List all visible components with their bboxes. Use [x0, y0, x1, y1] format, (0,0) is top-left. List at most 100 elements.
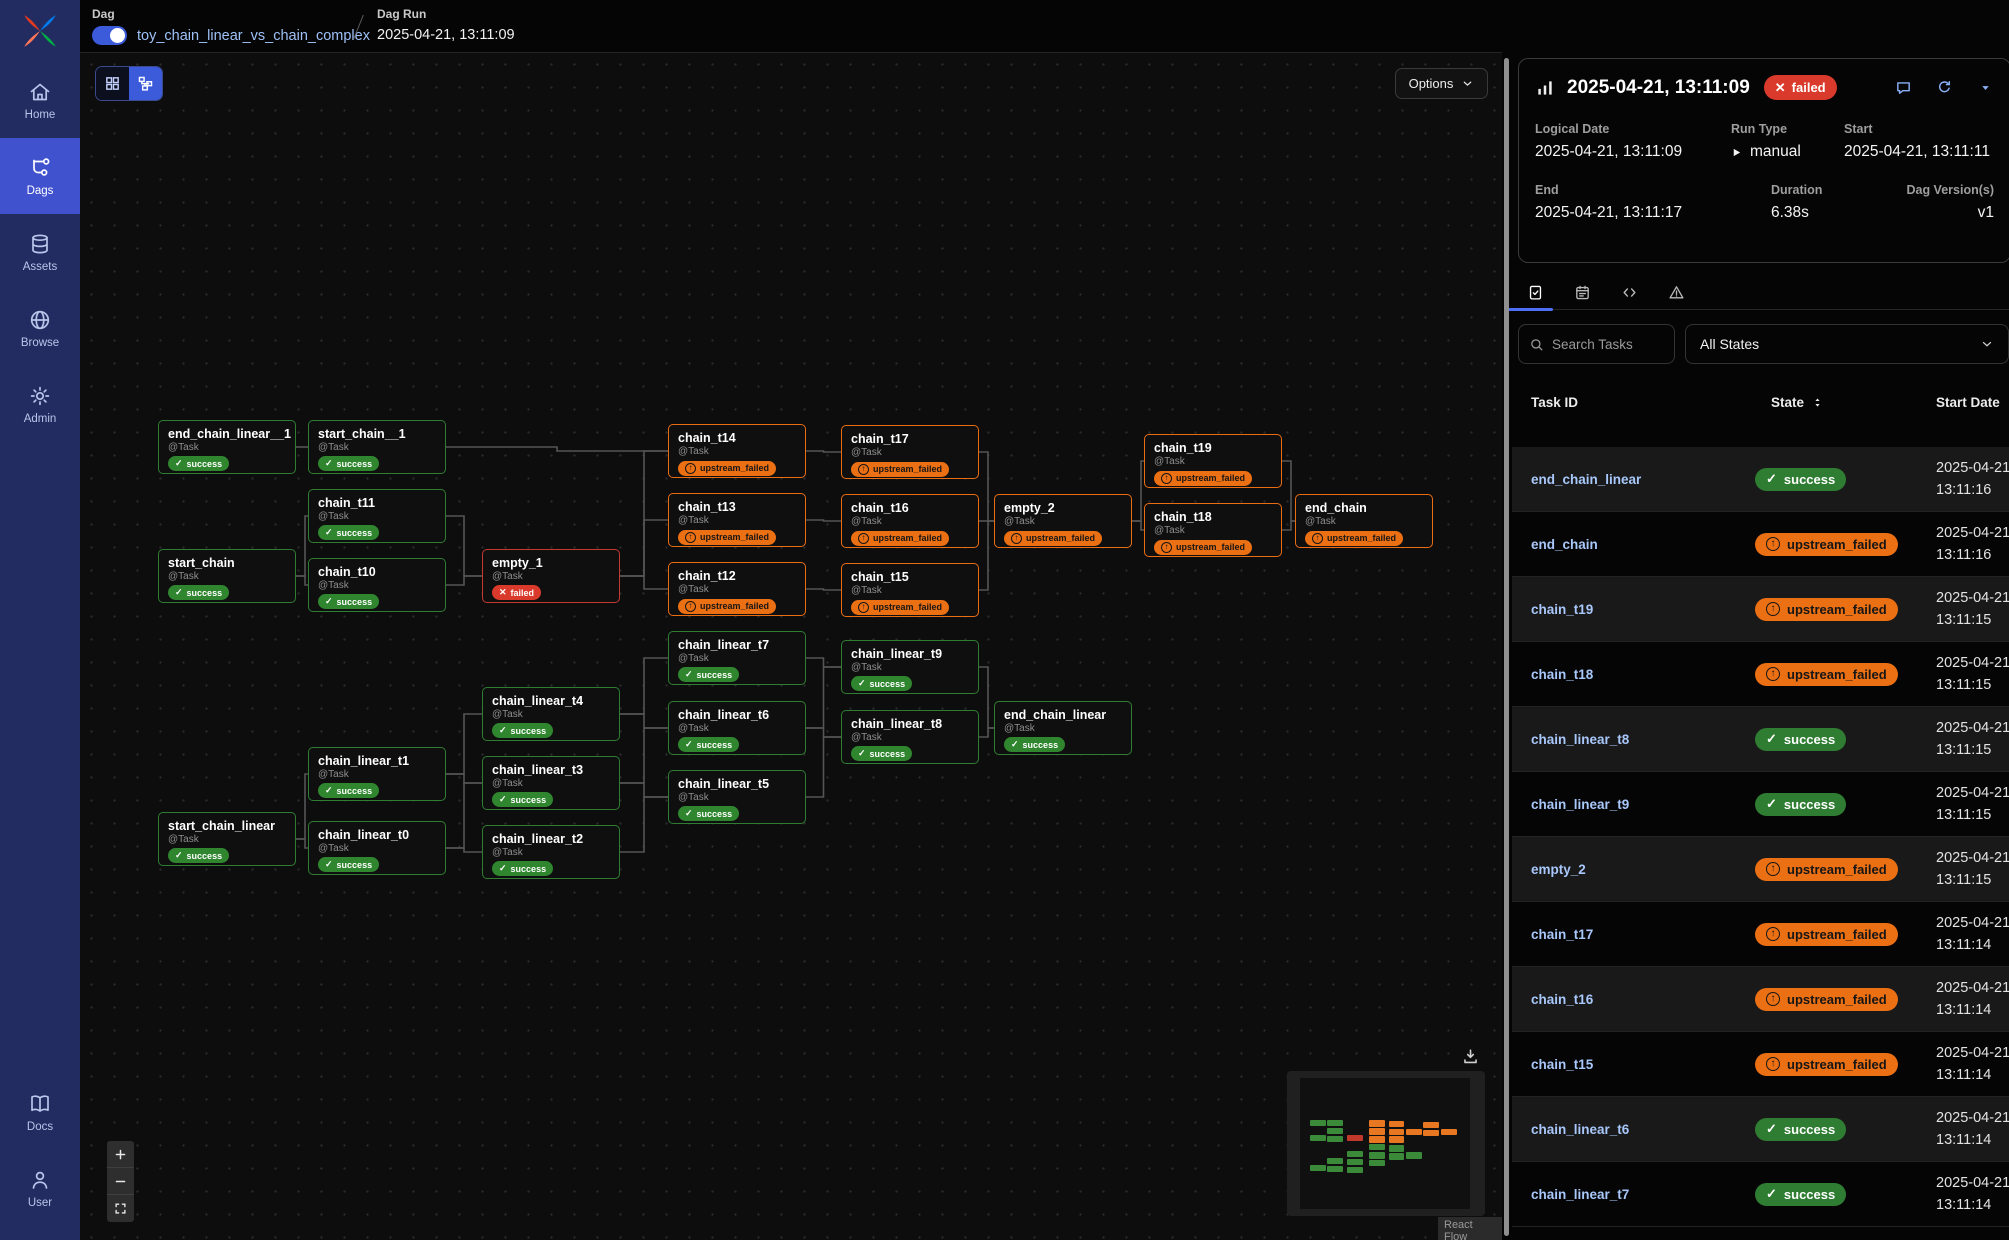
- node-state-badge: ✓success: [168, 848, 229, 863]
- graph-options-button[interactable]: Options: [1395, 68, 1488, 99]
- fit-view-button[interactable]: [107, 1195, 134, 1222]
- graph-edge-empty_2-to-chain_t18: [1132, 521, 1144, 530]
- check-icon: ✓: [685, 739, 693, 750]
- graph-node-chain_t14[interactable]: chain_t14@Task↑upstream_failed: [668, 424, 806, 478]
- task-id-link[interactable]: end_chain: [1531, 537, 1598, 552]
- graph-node-chain_linear_t6[interactable]: chain_linear_t6@Task✓success: [668, 701, 806, 755]
- tab-task-instances[interactable]: [1512, 276, 1559, 309]
- panel-scrollbar[interactable]: [1504, 58, 1509, 1236]
- field-label: Dag Version(s): [1901, 183, 1994, 197]
- fullscreen-icon: [113, 1201, 128, 1216]
- dag-pause-toggle[interactable]: [92, 26, 127, 45]
- task-id-link[interactable]: chain_linear_t8: [1531, 732, 1629, 747]
- sidebar-item-dags[interactable]: Dags: [0, 138, 80, 214]
- search-tasks-field[interactable]: [1518, 324, 1675, 364]
- check-icon: ✓: [1766, 1186, 1777, 1202]
- node-operator: @Task: [851, 662, 969, 673]
- node-title: chain_linear_t0: [318, 828, 436, 842]
- graph-minimap[interactable]: [1287, 1071, 1485, 1216]
- sidebar-item-browse[interactable]: Browse: [0, 290, 80, 366]
- field-label: Logical Date: [1535, 122, 1731, 136]
- graph-node-chain_t17[interactable]: chain_t17@Task↑upstream_failed: [841, 425, 979, 479]
- graph-node-start_chain[interactable]: start_chain@Task✓success: [158, 549, 296, 603]
- task-state-badge: ✓success: [1755, 1183, 1846, 1206]
- state-filter-select[interactable]: All States: [1685, 324, 2009, 364]
- graph-node-chain_linear_t4[interactable]: chain_linear_t4@Task✓success: [482, 687, 620, 741]
- download-image-icon[interactable]: [1461, 1047, 1480, 1066]
- node-state-badge: ✓success: [168, 585, 229, 600]
- zoom-out-button[interactable]: [107, 1168, 134, 1195]
- graph-node-chain_t16[interactable]: chain_t16@Task↑upstream_failed: [841, 494, 979, 548]
- sidebar-item-admin[interactable]: Admin: [0, 366, 80, 442]
- sidebar-item-home[interactable]: Home: [0, 62, 80, 138]
- graph-node-chain_linear_t7[interactable]: chain_linear_t7@Task✓success: [668, 631, 806, 685]
- browse-icon: [28, 308, 52, 332]
- graph-node-end_chain_linear[interactable]: end_chain_linear@Task✓success: [994, 701, 1132, 755]
- dag-name-link[interactable]: toy_chain_linear_vs_chain_complex: [137, 28, 370, 44]
- column-state-sort[interactable]: State: [1771, 395, 1824, 410]
- node-title: chain_linear_t3: [492, 763, 610, 777]
- graph-node-start_chain_linear[interactable]: start_chain_linear@Task✓success: [158, 812, 296, 866]
- sidebar-item-assets[interactable]: Assets: [0, 214, 80, 290]
- task-id-link[interactable]: chain_t19: [1531, 602, 1593, 617]
- graph-node-chain_linear_t1[interactable]: chain_linear_t1@Task✓success: [308, 747, 446, 801]
- graph-edge-chain_linear_t9-to-end_chain_linear: [979, 667, 994, 728]
- check-icon: ✓: [325, 859, 333, 870]
- graph-node-start_chain__1[interactable]: start_chain__1@Task✓success: [308, 420, 446, 474]
- node-operator: @Task: [318, 442, 436, 453]
- caret-down-icon[interactable]: [1977, 79, 1994, 96]
- task-id-link[interactable]: chain_t15: [1531, 1057, 1593, 1072]
- docs-icon: [28, 1092, 52, 1116]
- sidebar-item-user[interactable]: User: [0, 1150, 80, 1226]
- task-row-end_chain_linear: end_chain_linear✓success2025-04-21,13:11…: [1512, 447, 2009, 512]
- task-id-link[interactable]: chain_linear_t6: [1531, 1122, 1629, 1137]
- task-id-link[interactable]: end_chain_linear: [1531, 472, 1641, 487]
- graph-view-button[interactable]: [129, 67, 162, 100]
- graph-node-chain_t15[interactable]: chain_t15@Task↑upstream_failed: [841, 563, 979, 617]
- graph-node-empty_1[interactable]: empty_1@Task✕failed: [482, 549, 620, 603]
- graph-node-chain_linear_t5[interactable]: chain_linear_t5@Task✓success: [668, 770, 806, 824]
- airflow-logo[interactable]: [0, 0, 80, 62]
- node-operator: @Task: [1154, 525, 1272, 536]
- note-icon[interactable]: [1895, 79, 1912, 96]
- task-id-link[interactable]: chain_t16: [1531, 992, 1593, 1007]
- graph-node-chain_t10[interactable]: chain_t10@Task✓success: [308, 558, 446, 612]
- tab-backfills[interactable]: [1559, 276, 1606, 309]
- task-id-link[interactable]: chain_linear_t9: [1531, 797, 1629, 812]
- zoom-in-button[interactable]: [107, 1141, 134, 1168]
- search-tasks-input[interactable]: [1552, 337, 1652, 352]
- grid-view-button[interactable]: [96, 67, 129, 100]
- sidebar-item-docs[interactable]: Docs: [0, 1074, 80, 1150]
- graph-node-chain_t12[interactable]: chain_t12@Task↑upstream_failed: [668, 562, 806, 616]
- graph-node-end_chain_linear__1[interactable]: end_chain_linear__1@Task✓success: [158, 420, 296, 474]
- node-state-badge: ↑upstream_failed: [1154, 540, 1252, 555]
- check-icon: ✓: [858, 678, 866, 689]
- task-start-date: 2025-04-21,13:11:15: [1936, 717, 2009, 762]
- task-id-link[interactable]: chain_t17: [1531, 927, 1593, 942]
- graph-node-chain_linear_t8[interactable]: chain_linear_t8@Task✓success: [841, 710, 979, 764]
- graph-edge-chain_t18-to-end_chain: [1282, 521, 1295, 530]
- tab-code[interactable]: [1606, 276, 1653, 309]
- home-icon: [28, 80, 52, 104]
- graph-node-chain_linear_t2[interactable]: chain_linear_t2@Task✓success: [482, 825, 620, 879]
- airflow-pinwheel-icon: [19, 10, 61, 52]
- graph-node-chain_linear_t0[interactable]: chain_linear_t0@Task✓success: [308, 821, 446, 875]
- task-id-link[interactable]: chain_linear_t7: [1531, 1187, 1629, 1202]
- graph-node-chain_t19[interactable]: chain_t19@Task↑upstream_failed: [1144, 434, 1282, 488]
- dag-graph-canvas[interactable]: Options end_chain_linear__1@Task✓success…: [80, 52, 1502, 1240]
- graph-node-chain_t11[interactable]: chain_t11@Task✓success: [308, 489, 446, 543]
- graph-node-end_chain[interactable]: end_chain@Task↑upstream_failed: [1295, 494, 1433, 548]
- task-row-chain_linear_t6: chain_linear_t6✓success2025-04-21,13:11:…: [1512, 1097, 2009, 1162]
- retry-icon[interactable]: [1936, 79, 1953, 96]
- task-id-link[interactable]: chain_t18: [1531, 667, 1593, 682]
- task-id-link[interactable]: empty_2: [1531, 862, 1586, 877]
- graph-node-chain_linear_t3[interactable]: chain_linear_t3@Task✓success: [482, 756, 620, 810]
- graph-node-chain_t18[interactable]: chain_t18@Task↑upstream_failed: [1144, 503, 1282, 557]
- task-state-badge: ✓success: [1755, 728, 1846, 751]
- field-label: Duration: [1771, 183, 1901, 197]
- graph-node-empty_2[interactable]: empty_2@Task↑upstream_failed: [994, 494, 1132, 548]
- tab-events[interactable]: [1653, 276, 1700, 309]
- node-state-badge: ↑upstream_failed: [678, 599, 776, 614]
- graph-node-chain_linear_t9[interactable]: chain_linear_t9@Task✓success: [841, 640, 979, 694]
- graph-node-chain_t13[interactable]: chain_t13@Task↑upstream_failed: [668, 493, 806, 547]
